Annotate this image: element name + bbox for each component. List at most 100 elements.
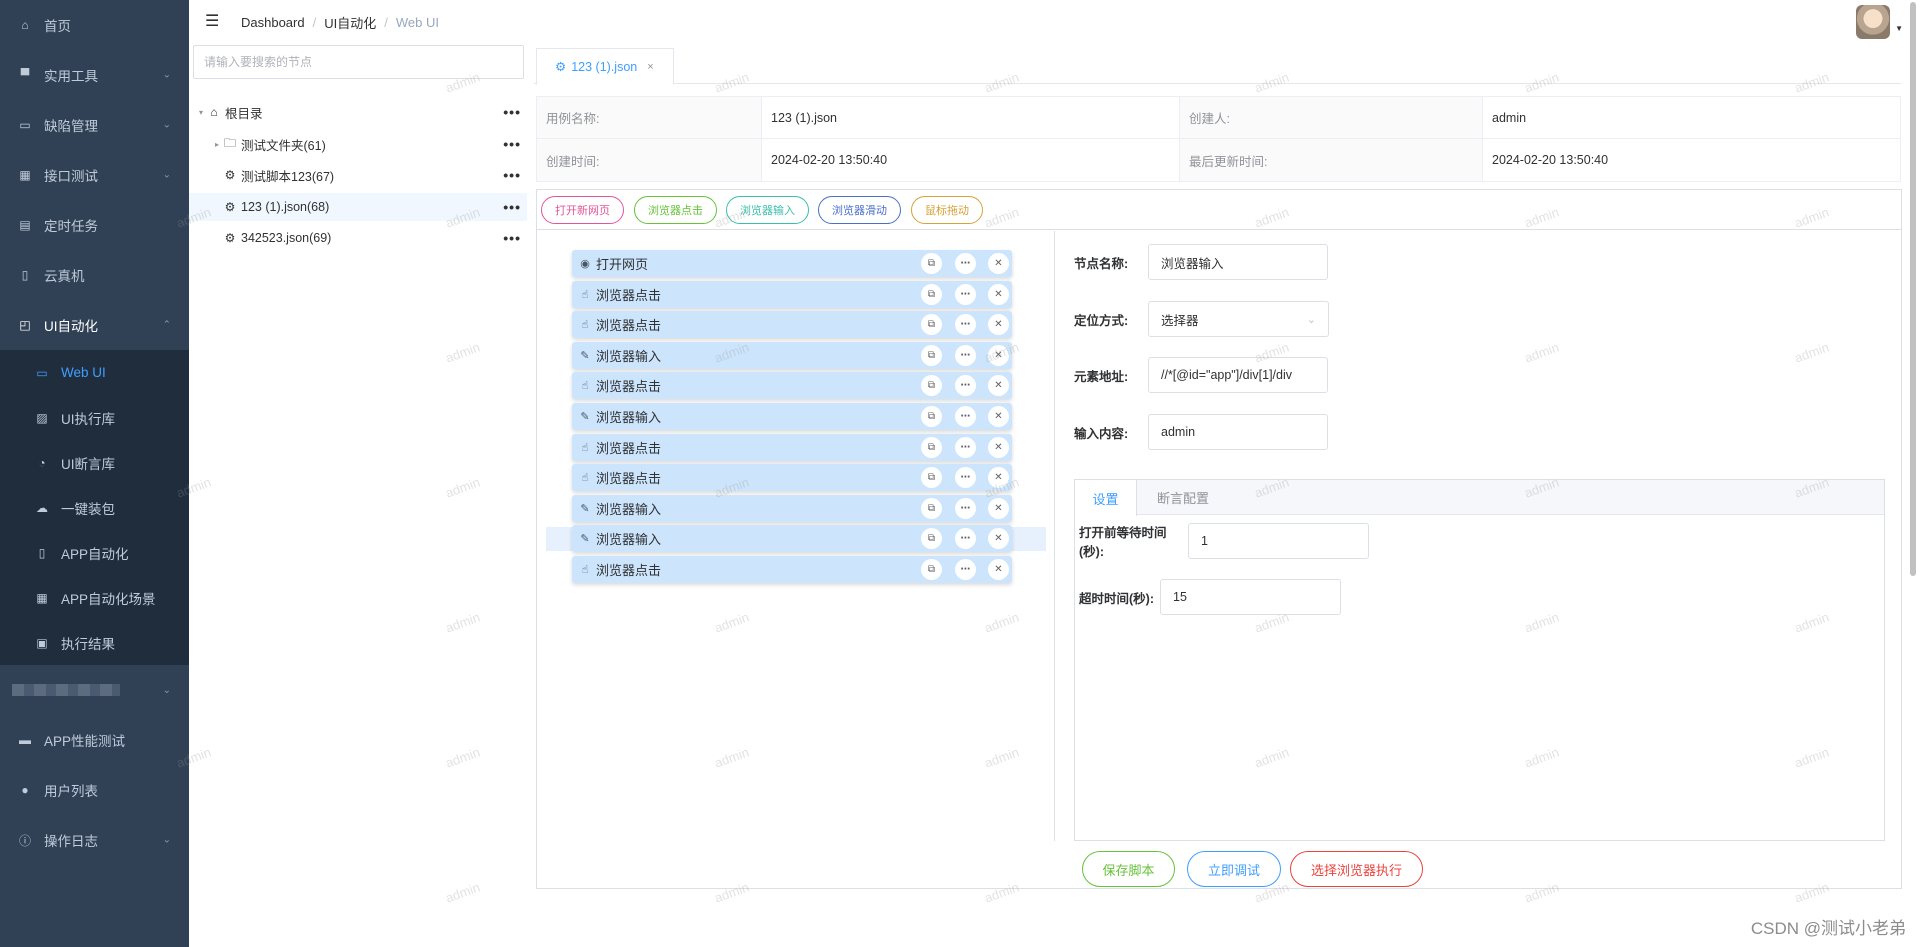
copy-icon[interactable]: ⧉: [921, 314, 942, 336]
tree-node-folder[interactable]: ▸ 🗀 测试文件夹(61) •••: [189, 130, 527, 158]
wait-time-input[interactable]: 1: [1188, 523, 1369, 559]
more-icon[interactable]: ⋯: [955, 497, 976, 519]
sub-ui-assert-lib[interactable]: ◔ UI断言库: [0, 440, 189, 485]
close-icon[interactable]: ✕: [988, 253, 1009, 274]
add-click-button[interactable]: 浏览器点击: [634, 196, 717, 224]
step-item[interactable]: ☝ 浏览器点击 ⧉ ⋯ ✕: [572, 280, 1012, 308]
sub-web-ui[interactable]: ▭ Web UI: [0, 350, 189, 395]
step-item[interactable]: ☝ 浏览器点击 ⧉ ⋯ ✕: [572, 311, 1012, 339]
add-scroll-button[interactable]: 浏览器滑动: [818, 196, 901, 224]
more-icon[interactable]: •••: [503, 199, 521, 215]
debug-now-button[interactable]: 立即调试: [1187, 851, 1281, 887]
close-icon[interactable]: ✕: [988, 528, 1009, 550]
sub-install-pkg[interactable]: ☁ 一键装包: [0, 485, 189, 530]
close-icon[interactable]: ✕: [988, 436, 1009, 458]
close-icon[interactable]: ✕: [988, 344, 1009, 366]
more-icon[interactable]: ⋯: [955, 528, 976, 550]
run-browser-button[interactable]: 选择浏览器执行: [1290, 851, 1423, 887]
input-content-field[interactable]: admin: [1148, 414, 1328, 450]
add-input-button[interactable]: 浏览器输入: [726, 196, 809, 224]
step-item[interactable]: ✎ 浏览器输入 ⧉ ⋯ ✕: [572, 494, 1012, 522]
more-icon[interactable]: ⋯: [955, 375, 976, 397]
tab-assertion-config[interactable]: 断言配置: [1137, 480, 1229, 515]
menu-hidden[interactable]: ⌄: [0, 665, 189, 715]
close-icon[interactable]: ✕: [988, 375, 1009, 397]
sub-app-scene[interactable]: ▦ APP自动化场景: [0, 575, 189, 620]
close-icon[interactable]: ×: [647, 61, 653, 73]
close-icon[interactable]: ✕: [988, 559, 1009, 580]
close-icon[interactable]: ✕: [988, 406, 1009, 427]
add-drag-button[interactable]: 鼠标拖动: [911, 196, 983, 224]
close-icon[interactable]: ✕: [988, 497, 1009, 519]
copy-icon[interactable]: ⧉: [921, 528, 942, 550]
tree-search-input[interactable]: [193, 45, 524, 79]
copy-icon[interactable]: ⧉: [921, 497, 942, 519]
step-item[interactable]: ☝ 浏览器点击 ⧉ ⋯ ✕: [572, 556, 1012, 583]
tab-script[interactable]: ⚙ 123 (1).json ×: [536, 48, 674, 85]
tree-node-script[interactable]: ⚙ 测试脚本123(67) •••: [189, 161, 527, 189]
step-item[interactable]: ☝ 浏览器点击 ⧉ ⋯ ✕: [572, 433, 1012, 461]
copy-icon[interactable]: ⧉: [921, 344, 942, 366]
more-icon[interactable]: ⋯: [955, 406, 976, 427]
copy-icon[interactable]: ⧉: [921, 559, 942, 580]
step-item[interactable]: ☝ 浏览器点击 ⧉ ⋯ ✕: [572, 372, 1012, 400]
crumb-ui-automation[interactable]: UI自动化: [324, 13, 376, 32]
close-icon[interactable]: ✕: [988, 314, 1009, 336]
timeout-input[interactable]: 15: [1160, 579, 1341, 615]
menu-ui-automation[interactable]: ◰ UI自动化 ⌃: [0, 300, 189, 350]
menu-api-test[interactable]: ▦ 接口测试 ⌄: [0, 150, 189, 200]
more-icon[interactable]: ⋯: [955, 436, 976, 458]
menu-label: 用户列表: [44, 784, 98, 799]
caret-down-icon[interactable]: ▾: [195, 108, 207, 117]
more-icon[interactable]: ⋯: [955, 314, 976, 336]
more-icon[interactable]: •••: [503, 136, 521, 152]
locate-select[interactable]: 选择器 ⌄: [1148, 301, 1329, 337]
more-icon[interactable]: •••: [503, 167, 521, 183]
copy-icon[interactable]: ⧉: [921, 253, 942, 274]
menu-app-perf[interactable]: ▬ APP性能测试: [0, 715, 189, 765]
menu-home[interactable]: ⌂ 首页: [0, 0, 189, 50]
sub-app-auto[interactable]: ▯ APP自动化: [0, 530, 189, 575]
tab-settings[interactable]: 设置: [1075, 480, 1137, 516]
save-script-button[interactable]: 保存脚本: [1082, 851, 1175, 887]
copy-icon[interactable]: ⧉: [921, 283, 942, 305]
step-item[interactable]: ✎ 浏览器输入 ⧉ ⋯ ✕: [572, 525, 1012, 553]
step-item[interactable]: ✎ 浏览器输入 ⧉ ⋯ ✕: [572, 341, 1012, 369]
more-icon[interactable]: ⋯: [955, 283, 976, 305]
more-icon[interactable]: ⋯: [955, 344, 976, 366]
element-xpath-input[interactable]: //*[@id="app"]/div[1]/div: [1148, 357, 1328, 393]
close-icon[interactable]: ✕: [988, 467, 1009, 489]
crumb-dashboard[interactable]: Dashboard: [241, 15, 305, 30]
menu-user-list[interactable]: ● 用户列表: [0, 765, 189, 815]
menu-op-log[interactable]: ⓘ 操作日志 ⌄: [0, 815, 189, 865]
node-name-input[interactable]: 浏览器输入: [1148, 244, 1328, 280]
sub-exec-result[interactable]: ▣ 执行结果: [0, 620, 189, 665]
menu-scheduled[interactable]: ▤ 定时任务: [0, 200, 189, 250]
tree-node-script[interactable]: ⚙ 342523.json(69) •••: [189, 224, 527, 252]
caret-down-icon[interactable]: ▼: [1895, 24, 1903, 33]
hamburger-icon[interactable]: ☰: [205, 14, 223, 30]
copy-icon[interactable]: ⧉: [921, 467, 942, 489]
close-icon[interactable]: ✕: [988, 283, 1009, 305]
more-icon[interactable]: •••: [503, 230, 521, 246]
avatar[interactable]: [1856, 5, 1890, 39]
sub-ui-exec-lib[interactable]: ▨ UI执行库: [0, 395, 189, 440]
menu-cloud-device[interactable]: ▯ 云真机: [0, 250, 189, 300]
menu-tools[interactable]: ▀ 实用工具 ⌄: [0, 50, 189, 100]
more-icon[interactable]: ⋯: [955, 467, 976, 489]
caret-right-icon[interactable]: ▸: [211, 140, 223, 149]
copy-icon[interactable]: ⧉: [921, 436, 942, 458]
menu-defects[interactable]: ▭ 缺陷管理 ⌄: [0, 100, 189, 150]
step-item[interactable]: ☝ 浏览器点击 ⧉ ⋯ ✕: [572, 464, 1012, 492]
page-scrollbar[interactable]: [1910, 2, 1916, 576]
copy-icon[interactable]: ⧉: [921, 406, 942, 427]
copy-icon[interactable]: ⧉: [921, 375, 942, 397]
tree-node-root[interactable]: ▾ ⌂ 根目录 •••: [189, 98, 527, 126]
more-icon[interactable]: •••: [503, 104, 521, 120]
add-open-page-button[interactable]: 打开新网页: [541, 196, 624, 224]
step-item[interactable]: ◉ 打开网页 ⧉ ⋯ ✕: [572, 250, 1012, 277]
tree-node-selected[interactable]: ⚙ 123 (1).json(68) •••: [189, 193, 527, 221]
more-icon[interactable]: ⋯: [955, 559, 976, 580]
more-icon[interactable]: ⋯: [955, 253, 976, 274]
step-item[interactable]: ✎ 浏览器输入 ⧉ ⋯ ✕: [572, 403, 1012, 430]
